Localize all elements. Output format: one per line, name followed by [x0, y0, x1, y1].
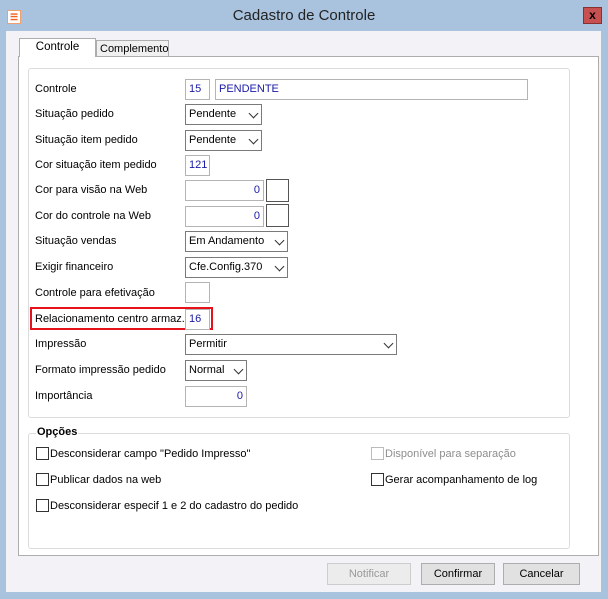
chevron-down-icon — [274, 261, 285, 272]
chevron-down-icon — [248, 108, 259, 119]
disponivel-separacao-checkbox — [371, 447, 384, 460]
situacao-vendas-label: Situação vendas — [35, 235, 117, 247]
exigir-financeiro-select[interactable]: Cfe.Config.370 — [185, 257, 288, 278]
disponivel-separacao-label: Disponível para separação — [385, 448, 516, 460]
situacao-pedido-select[interactable]: Pendente — [185, 104, 262, 125]
desconsiderar-especif-label: Desconsiderar especif 1 e 2 do cadastro … — [50, 500, 299, 512]
cor-controle-web-swatch[interactable] — [266, 204, 289, 227]
controle-code-input[interactable]: 15 — [185, 79, 210, 100]
cor-visao-web-swatch[interactable] — [266, 179, 289, 202]
cor-visao-web-label: Cor para visão na Web — [35, 184, 148, 196]
window-title: Cadastro de Controle — [232, 7, 376, 24]
tab-controle[interactable]: Controle — [19, 38, 96, 57]
notificar-button[interactable]: Notificar — [327, 563, 411, 585]
impressao-select[interactable]: Permitir — [185, 334, 397, 355]
cor-situacao-input[interactable]: 121 — [185, 155, 210, 176]
cor-visao-web-input[interactable]: 0 — [185, 180, 264, 201]
situacao-vendas-value: Em Andamento — [189, 235, 265, 247]
publicar-web-checkbox[interactable] — [36, 473, 49, 486]
situacao-item-value: Pendente — [189, 134, 237, 146]
formato-impressao-value: Normal — [189, 364, 225, 376]
situacao-pedido-label: Situação pedido — [35, 108, 114, 120]
gerar-log-label: Gerar acompanhamento de log — [385, 474, 538, 486]
controle-name-input[interactable]: PENDENTE — [215, 79, 528, 100]
chevron-down-icon — [383, 338, 394, 349]
situacao-item-label: Situação item pedido — [35, 134, 138, 146]
formato-impressao-label: Formato impressão pedido — [35, 364, 166, 376]
publicar-web-label: Publicar dados na web — [50, 474, 162, 486]
controle-label: Controle — [35, 83, 77, 95]
situacao-pedido-value: Pendente — [189, 108, 237, 120]
controle-efetivacao-label: Controle para efetivação — [35, 287, 155, 299]
relacionamento-label: Relacionamento centro armaz. — [35, 313, 185, 325]
confirmar-button[interactable]: Confirmar — [421, 563, 495, 585]
cor-controle-web-input[interactable]: 0 — [185, 206, 264, 227]
cor-situacao-label: Cor situação item pedido — [35, 159, 157, 171]
impressao-value: Permitir — [189, 338, 227, 350]
formato-impressao-select[interactable]: Normal — [185, 360, 247, 381]
close-button[interactable]: x — [583, 7, 602, 24]
importancia-input[interactable]: 0 — [185, 386, 247, 407]
exigir-financeiro-label: Exigir financeiro — [35, 261, 114, 273]
impressao-label: Impressão — [35, 338, 87, 350]
exigir-financeiro-value: Cfe.Config.370 — [189, 261, 263, 273]
cor-controle-web-label: Cor do controle na Web — [35, 210, 151, 222]
controle-efetivacao-input[interactable] — [185, 282, 210, 303]
relacionamento-input[interactable]: 16 — [185, 309, 210, 330]
chevron-down-icon — [248, 134, 259, 145]
desconsiderar-pedido-impresso-checkbox[interactable] — [36, 447, 49, 460]
options-title: Opções — [36, 426, 79, 438]
situacao-item-select[interactable]: Pendente — [185, 130, 262, 151]
situacao-vendas-select[interactable]: Em Andamento — [185, 231, 288, 252]
gerar-log-checkbox[interactable] — [371, 473, 384, 486]
cancelar-button[interactable]: Cancelar — [503, 563, 580, 585]
desconsiderar-pedido-impresso-label: Desconsiderar campo "Pedido Impresso" — [50, 448, 251, 460]
importancia-label: Importância — [35, 390, 93, 402]
tab-complemento[interactable]: Complemento — [96, 40, 169, 57]
desconsiderar-especif-checkbox[interactable] — [36, 499, 49, 512]
chevron-down-icon — [274, 235, 285, 246]
chevron-down-icon — [233, 364, 244, 375]
